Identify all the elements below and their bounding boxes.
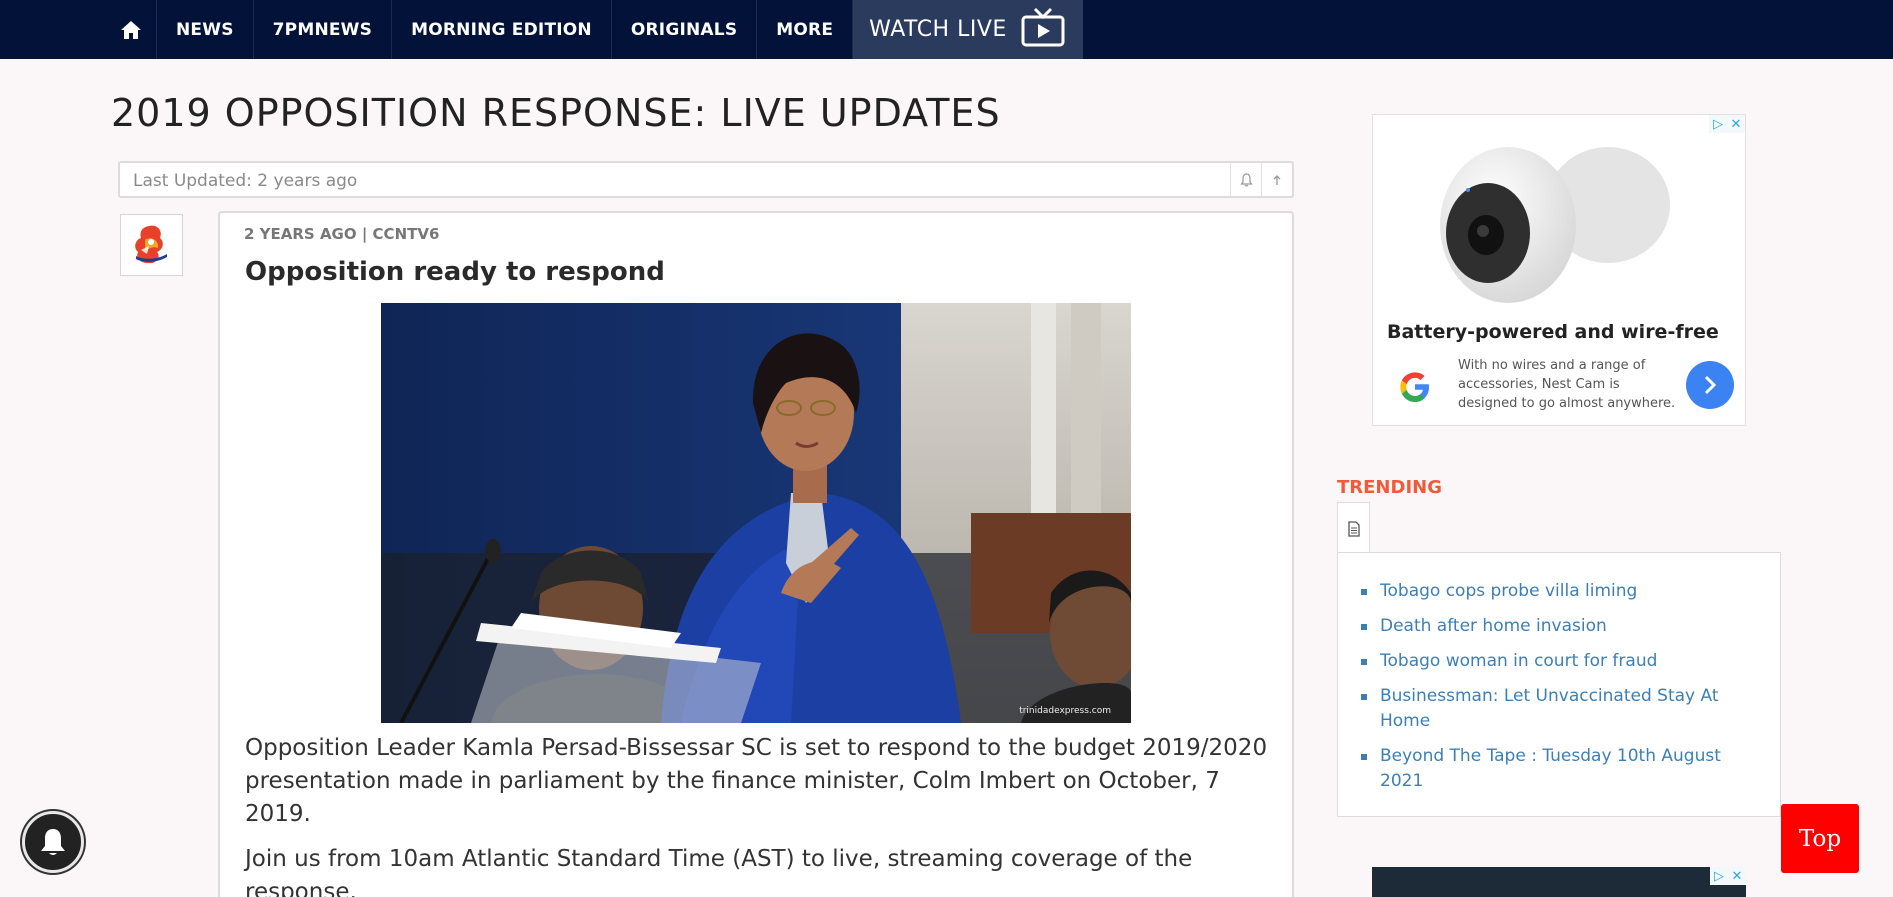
ad-close-icon[interactable]: ✕ [1728,867,1746,885]
page-title: 2019 OPPOSITION RESPONSE: LIVE UPDATES [111,91,1001,135]
sidebar-ad[interactable]: ▷ ✕ Battery-powered and wire-free With n… [1372,114,1746,426]
nav-originals[interactable]: ORIGINALS [612,0,758,59]
bell-icon [41,829,65,855]
trending-heading: TRENDING [1337,477,1442,498]
last-updated-text: Last Updated: 2 years ago [133,171,358,191]
ad-choices[interactable]: ▷ ✕ [1709,115,1745,133]
bell-icon[interactable] [1230,163,1261,196]
ad-headline: Battery-powered and wire-free [1387,321,1719,343]
post-title: Opposition ready to respond [245,257,665,287]
trending-list: Tobago cops probe villa liming Death aft… [1360,579,1760,804]
ad-cta-arrow-icon[interactable] [1686,361,1734,409]
post-photo: trinidadexpress.com [381,303,1131,723]
trending-link[interactable]: Tobago woman in court for fraud [1360,649,1760,674]
back-to-top-button[interactable]: Top [1781,804,1859,873]
trending-tab[interactable] [1337,502,1370,554]
post-meta: 2 YEARS AGO | CCNTV6 [244,225,440,243]
trending-link[interactable]: Beyond The Tape : Tuesday 10th August 20… [1360,744,1760,794]
top-navbar: NEWS 7PMNEWS MORNING EDITION ORIGINALS M… [0,0,1893,59]
post-body-paragraph: Opposition Leader Kamla Persad-Bissessar… [245,735,1268,827]
arrow-up-icon[interactable] [1261,163,1292,196]
photo-credit: trinidadexpress.com [1019,706,1111,716]
ad-choices-icon[interactable]: ▷ [1710,867,1728,885]
cnc3-logo [134,225,167,264]
trending-link[interactable]: Businessman: Let Unvaccinated Stay At Ho… [1360,684,1760,734]
document-icon [1347,520,1360,537]
trending-link[interactable]: Death after home invasion [1360,614,1760,639]
ad-choices-icon[interactable]: ▷ [1709,115,1727,133]
tv-play-icon [1021,7,1065,53]
notification-bell-button[interactable] [22,811,84,873]
home-icon[interactable] [105,0,157,59]
watch-live-label: WATCH LIVE [869,17,1007,42]
google-logo-icon [1395,367,1435,407]
sidebar-ad-2[interactable]: ▷ ✕ [1372,867,1746,897]
nav-7pmnews[interactable]: 7PMNEWS [254,0,393,59]
nav-menu: NEWS 7PMNEWS MORNING EDITION ORIGINALS M… [105,0,1083,59]
nav-more[interactable]: MORE [757,0,854,59]
trending-panel: Tobago cops probe villa liming Death aft… [1337,552,1781,817]
ad-close-icon[interactable]: ✕ [1727,115,1745,133]
ad-choices[interactable]: ▷ ✕ [1710,867,1746,885]
watch-live-button[interactable]: WATCH LIVE [853,0,1083,59]
ad-description: With no wires and a range of accessories… [1458,358,1676,411]
live-update-post: 2 YEARS AGO | CCNTV6 Opposition ready to… [218,211,1294,897]
nest-cam-image [1440,147,1670,303]
author-avatar [120,214,183,276]
last-updated-bar: Last Updated: 2 years ago [118,161,1294,198]
nav-news[interactable]: NEWS [157,0,254,59]
post-body-paragraph-2: Join us from 10am Atlantic Standard Time… [245,846,1193,897]
trending-link[interactable]: Tobago cops probe villa liming [1360,579,1760,604]
nav-morning-edition[interactable]: MORNING EDITION [392,0,612,59]
